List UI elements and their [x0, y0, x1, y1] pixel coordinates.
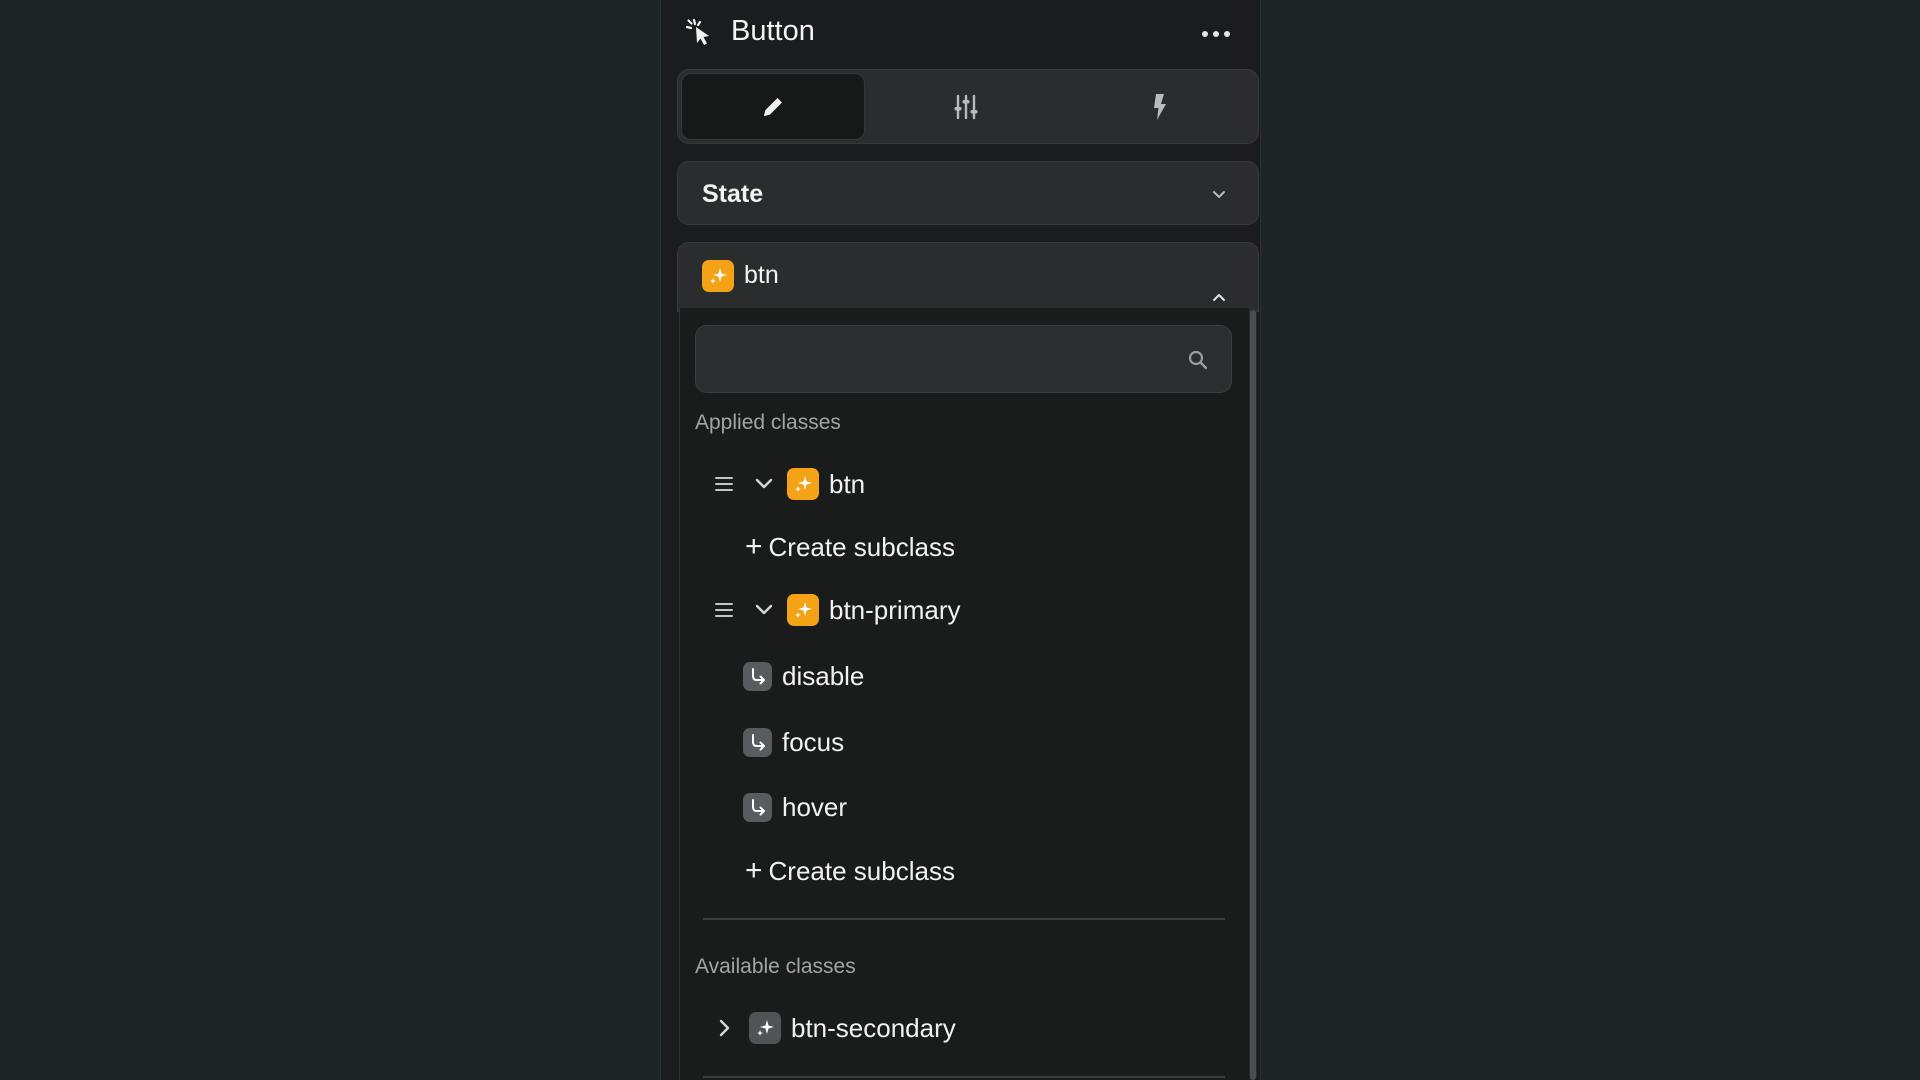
subclass-name: hover [782, 791, 848, 822]
more-horizontal-icon [1202, 31, 1208, 37]
class-badge [787, 468, 819, 500]
app-root: Button State btn Applied classes btn + C… [0, 0, 1920, 1080]
applied-classes-heading: Applied classes [695, 411, 841, 434]
state-label: State [702, 180, 764, 208]
panel-title: Button [731, 15, 815, 47]
section-divider [703, 1076, 1225, 1078]
sparkle-icon [710, 268, 727, 284]
drag-handle-icon[interactable] [713, 601, 735, 619]
subclass-hover[interactable]: hover [743, 782, 847, 832]
chevron-down-icon [1213, 191, 1225, 198]
create-subclass-button[interactable]: + Create subclass [745, 846, 955, 896]
create-subclass-label: Create subclass [768, 855, 955, 886]
available-class-btn-secondary[interactable]: btn-secondary [717, 1003, 956, 1053]
selected-class-name: btn [744, 261, 779, 289]
chevron-right-icon[interactable] [717, 1017, 731, 1039]
plus-icon: + [745, 854, 763, 887]
class-search [695, 325, 1232, 393]
sliders-icon [954, 94, 978, 119]
subclass-arrow-icon [743, 792, 772, 822]
class-badge [702, 260, 734, 292]
lightning-icon [1154, 93, 1166, 120]
tab-style[interactable] [681, 73, 865, 140]
drag-handle-icon[interactable] [713, 475, 735, 493]
tab-settings[interactable] [874, 73, 1058, 140]
subclass-focus[interactable]: focus [743, 717, 844, 767]
state-selector[interactable]: State [677, 161, 1259, 225]
more-options-button[interactable] [1196, 20, 1236, 48]
class-name: btn [829, 468, 866, 499]
properties-panel: Button State btn Applied classes btn + C… [660, 0, 1261, 1080]
create-subclass-label: Create subclass [768, 531, 955, 562]
dropdown-scrollbar[interactable] [1249, 310, 1257, 1080]
sparkle-icon [795, 476, 812, 492]
create-subclass-button[interactable]: + Create subclass [745, 522, 955, 572]
available-classes-heading: Available classes [695, 955, 856, 978]
tab-interactions[interactable] [1067, 73, 1253, 140]
sparkle-icon [757, 1020, 774, 1036]
scrollbar-thumb[interactable] [1250, 310, 1256, 1080]
search-icon[interactable] [1186, 348, 1210, 372]
section-divider [703, 918, 1225, 920]
class-badge [749, 1012, 781, 1044]
class-name: btn-secondary [791, 1012, 956, 1043]
cursor-click-icon [685, 18, 709, 45]
class-name: btn-primary [829, 594, 961, 625]
class-search-input[interactable] [712, 336, 1176, 384]
class-selector[interactable]: btn [677, 242, 1259, 312]
plus-icon: + [745, 530, 763, 563]
subclass-name: focus [782, 726, 845, 757]
applied-class-btn-primary[interactable]: btn-primary [713, 585, 960, 635]
chevron-down-icon[interactable] [753, 477, 775, 491]
subclass-arrow-icon [743, 727, 772, 757]
sparkle-icon [795, 602, 812, 618]
subclass-arrow-icon [743, 661, 772, 691]
subclass-disable[interactable]: disable [743, 651, 864, 701]
pencil-icon [764, 97, 782, 116]
applied-class-btn[interactable]: btn [713, 459, 865, 509]
subclass-name: disable [782, 660, 865, 691]
class-badge [787, 594, 819, 626]
panel-tabs [677, 69, 1259, 144]
panel-header: Button [661, 0, 1260, 66]
chevron-down-icon[interactable] [753, 603, 775, 617]
chevron-up-icon [1213, 294, 1225, 301]
